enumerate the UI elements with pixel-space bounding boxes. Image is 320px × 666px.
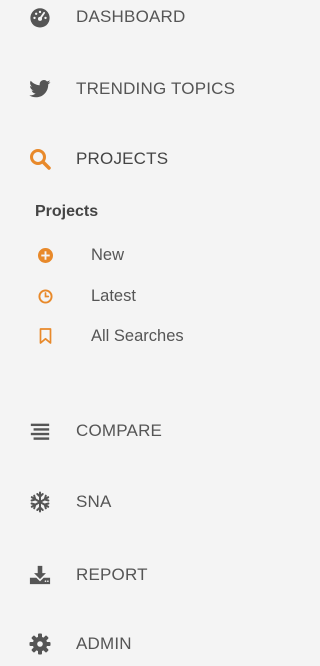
projects-section-heading: Projects <box>35 203 99 220</box>
align-lines-icon <box>29 420 51 442</box>
nav-label-report: REPORT <box>76 565 148 584</box>
nav-item-sna[interactable]: SNA <box>0 480 265 524</box>
snowflake-icon <box>29 491 51 513</box>
projects-item-latest[interactable]: Latest <box>0 281 265 311</box>
gear-icon <box>29 633 51 655</box>
projects-item-all-searches-label: All Searches <box>91 326 184 345</box>
nav-item-dashboard[interactable]: DASHBOARD <box>0 0 265 39</box>
nav-label-trending-topics: TRENDING TOPICS <box>76 79 236 98</box>
nav-item-trending-topics[interactable]: TRENDING TOPICS <box>0 67 265 111</box>
nav-label-projects: PROJECTS <box>76 149 169 168</box>
projects-item-new-label: New <box>91 245 125 264</box>
nav-label-sna: SNA <box>76 492 112 511</box>
projects-item-new[interactable]: New <box>0 240 265 270</box>
nav-item-projects[interactable]: PROJECTS <box>0 137 265 181</box>
nav-label-admin: ADMIN <box>76 634 132 653</box>
projects-item-all-searches[interactable]: All Searches <box>0 321 265 351</box>
nav-item-compare[interactable]: COMPARE <box>0 409 265 453</box>
plus-circle-icon <box>37 247 53 263</box>
search-icon <box>29 148 51 170</box>
nav-item-admin[interactable]: ADMIN <box>0 622 265 666</box>
nav-item-report[interactable]: REPORT <box>0 553 265 597</box>
clock-icon <box>37 288 53 304</box>
sidebar-nav: DASHBOARD TRENDING TOPICS PROJECTS Proje… <box>0 0 265 655</box>
dashboard-gauge-icon <box>29 6 51 28</box>
nav-label-dashboard: DASHBOARD <box>76 7 186 26</box>
twitter-bird-icon <box>29 78 51 100</box>
projects-item-latest-label: Latest <box>91 286 136 305</box>
download-icon <box>29 564 51 586</box>
nav-label-compare: COMPARE <box>76 421 163 440</box>
bookmark-icon <box>37 328 53 344</box>
